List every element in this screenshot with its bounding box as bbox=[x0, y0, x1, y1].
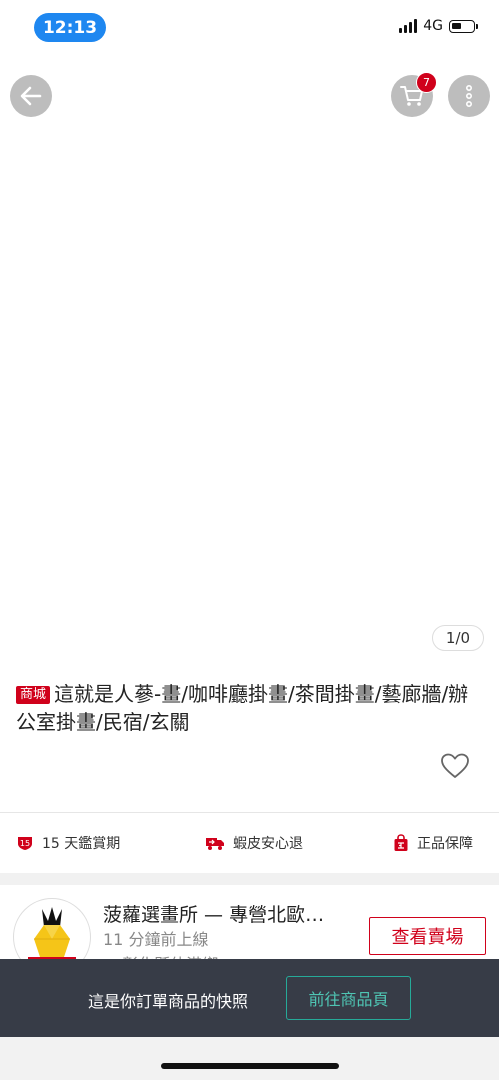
guarantee-item[interactable]: 蝦皮安心退 bbox=[205, 826, 303, 860]
status-indicators: 4G bbox=[399, 18, 478, 34]
guarantee-row[interactable]: 15 15 天鑑賞期 蝦皮安心退 正品保障 bbox=[0, 826, 499, 860]
view-shop-button[interactable]: 查看賣場 bbox=[369, 917, 486, 955]
shop-online-status: 11 分鐘前上線 bbox=[103, 930, 209, 949]
pineapple-logo-icon bbox=[28, 907, 76, 963]
section-separator bbox=[0, 873, 499, 885]
guarantee-label: 15 天鑑賞期 bbox=[42, 836, 121, 852]
shop-info-row[interactable]: 菠蘿選畫所 — 專營北歐… 11 分鐘前上線 ◎ 彰化縣伸港鄉 查看賣場 bbox=[0, 885, 499, 965]
shop-avatar[interactable] bbox=[13, 898, 91, 965]
snapshot-message: 這是你訂單商品的快照 bbox=[88, 992, 249, 1011]
go-to-product-button[interactable]: 前往商品頁 bbox=[286, 976, 411, 1020]
return-truck-icon bbox=[206, 838, 224, 850]
home-indicator-area bbox=[0, 1037, 499, 1080]
shop-name[interactable]: 菠蘿選畫所 — 專營北歐… bbox=[103, 900, 324, 927]
battery-icon bbox=[449, 19, 478, 33]
status-time: 12:13 bbox=[34, 13, 106, 42]
image-page-indicator: 1/0 bbox=[432, 625, 484, 651]
shield-15-days-icon: 15 bbox=[18, 837, 32, 850]
guarantee-item[interactable]: 15 15 天鑑賞期 bbox=[16, 826, 120, 860]
status-bar: 12:13 4G bbox=[0, 0, 499, 56]
guarantee-label: 蝦皮安心退 bbox=[233, 836, 303, 852]
product-image-area[interactable] bbox=[0, 56, 499, 666]
product-title-block: 商城 這就是人蔘-畫/咖啡廳掛畫/茶間掛畫/藝廊牆/辦公室掛畫/民宿/玄關 bbox=[16, 680, 486, 736]
network-type: 4G bbox=[423, 18, 443, 34]
guarantee-item[interactable]: 正品保障 bbox=[393, 826, 473, 860]
snapshot-bar: 這是你訂單商品的快照 前往商品頁 bbox=[0, 959, 499, 1037]
mall-badge: 商城 bbox=[16, 686, 51, 704]
home-indicator[interactable] bbox=[161, 1063, 339, 1069]
guarantee-label: 正品保障 bbox=[417, 836, 473, 852]
product-title: 這就是人蔘-畫/咖啡廳掛畫/茶間掛畫/藝廊牆/辦公室掛畫/民宿/玄關 bbox=[16, 682, 469, 734]
svg-text:15: 15 bbox=[20, 839, 30, 848]
authentic-bag-icon bbox=[394, 834, 408, 851]
signal-icon bbox=[399, 19, 418, 33]
heart-icon[interactable] bbox=[440, 752, 470, 780]
divider bbox=[0, 812, 499, 813]
